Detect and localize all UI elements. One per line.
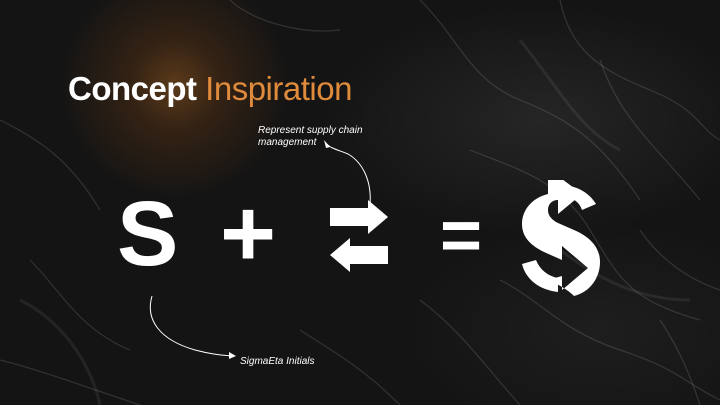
initials-note: SigmaEta Initials [240, 356, 315, 367]
annotation-arrows [149, 140, 371, 359]
slide: Concept Inspiration Represent supply cha… [0, 0, 720, 405]
